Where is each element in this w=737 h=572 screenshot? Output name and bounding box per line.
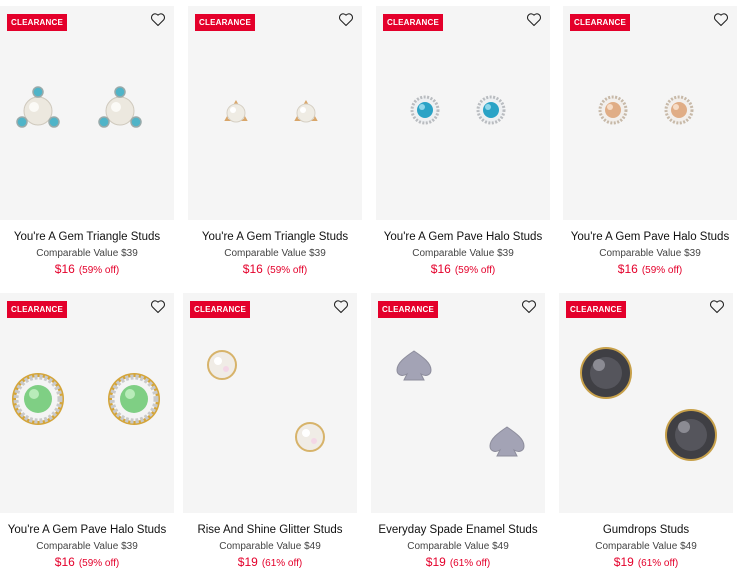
product-name[interactable]: Rise And Shine Glitter Studs — [183, 523, 357, 538]
product-image-area[interactable]: CLEARANCE — [563, 6, 737, 220]
comparable-value: Comparable Value $39 — [36, 541, 138, 552]
clearance-badge: CLEARANCE — [7, 301, 68, 318]
comparable-value: Comparable Value $39 — [224, 248, 326, 259]
discount-percent: (59% off) — [454, 265, 496, 276]
sale-price: $19 — [613, 555, 634, 569]
discount-percent: (59% off) — [266, 265, 308, 276]
product-name[interactable]: You're A Gem Pave Halo Studs — [376, 230, 550, 245]
product-image-area[interactable]: CLEARANCE — [0, 6, 174, 220]
comparable-value: Comparable Value $49 — [595, 541, 697, 552]
discount-percent: (59% off) — [641, 265, 683, 276]
product-card[interactable]: CLEARANCE Everyday Spade Enamel Studs Co… — [371, 293, 545, 571]
product-image-area[interactable]: CLEARANCE — [376, 6, 550, 220]
product-grid: CLEARANCE You're A Gem Triangle Studs Co… — [0, 0, 737, 572]
comparable-value: Comparable Value $49 — [219, 541, 321, 552]
heart-outline-icon[interactable] — [713, 12, 729, 27]
sale-price: $16 — [242, 262, 263, 276]
heart-outline-icon[interactable] — [150, 12, 166, 27]
product-card[interactable]: CLEARANCE Rise And Shine Glitter Studs C… — [183, 293, 357, 571]
discount-percent: (61% off) — [637, 558, 679, 569]
comparable-value: Comparable Value $39 — [599, 248, 701, 259]
product-image-spade-studs — [396, 350, 525, 457]
product-image-area[interactable]: CLEARANCE — [0, 293, 174, 513]
product-image-aqua-halo-studs — [410, 95, 506, 125]
product-image-area[interactable]: CLEARANCE — [371, 293, 545, 513]
discount-percent: (59% off) — [78, 265, 120, 276]
product-card[interactable]: CLEARANCE You're A Gem Triangle Studs Co… — [0, 6, 174, 278]
product-name[interactable]: Gumdrops Studs — [559, 523, 733, 538]
product-image-green-halo-studs — [12, 373, 160, 425]
sale-price: $19 — [425, 555, 446, 569]
product-card[interactable]: CLEARANCE You're A Gem Pave Halo Studs C… — [563, 6, 737, 278]
product-card[interactable]: CLEARANCE Gumdrops Studs Comparable Valu… — [559, 293, 733, 571]
product-card[interactable]: CLEARANCE You're A Gem Triangle Studs Co… — [188, 6, 362, 278]
product-name[interactable]: You're A Gem Triangle Studs — [0, 230, 174, 245]
comparable-value: Comparable Value $39 — [36, 248, 138, 259]
sale-price: $19 — [237, 555, 258, 569]
heart-outline-icon[interactable] — [709, 299, 725, 314]
clearance-badge: CLEARANCE — [566, 301, 627, 318]
discount-percent: (61% off) — [449, 558, 491, 569]
product-name[interactable]: Everyday Spade Enamel Studs — [371, 523, 545, 538]
product-image-triangle-pearl-studs — [16, 86, 142, 128]
discount-percent: (61% off) — [261, 558, 303, 569]
clearance-badge: CLEARANCE — [378, 301, 439, 318]
sale-price: $16 — [54, 555, 75, 569]
heart-outline-icon[interactable] — [338, 12, 354, 27]
product-image-glitter-studs — [207, 350, 325, 452]
product-name[interactable]: You're A Gem Pave Halo Studs — [0, 523, 174, 538]
comparable-value: Comparable Value $39 — [412, 248, 514, 259]
heart-outline-icon[interactable] — [521, 299, 537, 314]
clearance-badge: CLEARANCE — [7, 14, 68, 31]
product-image-gumdrop-studs — [580, 347, 717, 461]
heart-outline-icon[interactable] — [333, 299, 349, 314]
clearance-badge: CLEARANCE — [383, 14, 444, 31]
heart-outline-icon[interactable] — [150, 299, 166, 314]
product-image-area[interactable]: CLEARANCE — [188, 6, 362, 220]
product-image-area[interactable]: CLEARANCE — [183, 293, 357, 513]
discount-percent: (59% off) — [78, 558, 120, 569]
sale-price: $16 — [617, 262, 638, 276]
clearance-badge: CLEARANCE — [195, 14, 256, 31]
product-image-triangle-pearl-studs-small — [224, 99, 318, 123]
product-card[interactable]: CLEARANCE You're A Gem Pave Halo Studs C… — [0, 293, 174, 571]
product-name[interactable]: You're A Gem Pave Halo Studs — [563, 230, 737, 245]
clearance-badge: CLEARANCE — [570, 14, 631, 31]
product-name[interactable]: You're A Gem Triangle Studs — [188, 230, 362, 245]
comparable-value: Comparable Value $49 — [407, 541, 509, 552]
product-image-area[interactable]: CLEARANCE — [559, 293, 733, 513]
sale-price: $16 — [430, 262, 451, 276]
product-card[interactable]: CLEARANCE You're A Gem Pave Halo Studs C… — [376, 6, 550, 278]
product-image-champagne-halo-studs — [598, 95, 694, 125]
clearance-badge: CLEARANCE — [190, 301, 251, 318]
heart-outline-icon[interactable] — [526, 12, 542, 27]
sale-price: $16 — [54, 262, 75, 276]
